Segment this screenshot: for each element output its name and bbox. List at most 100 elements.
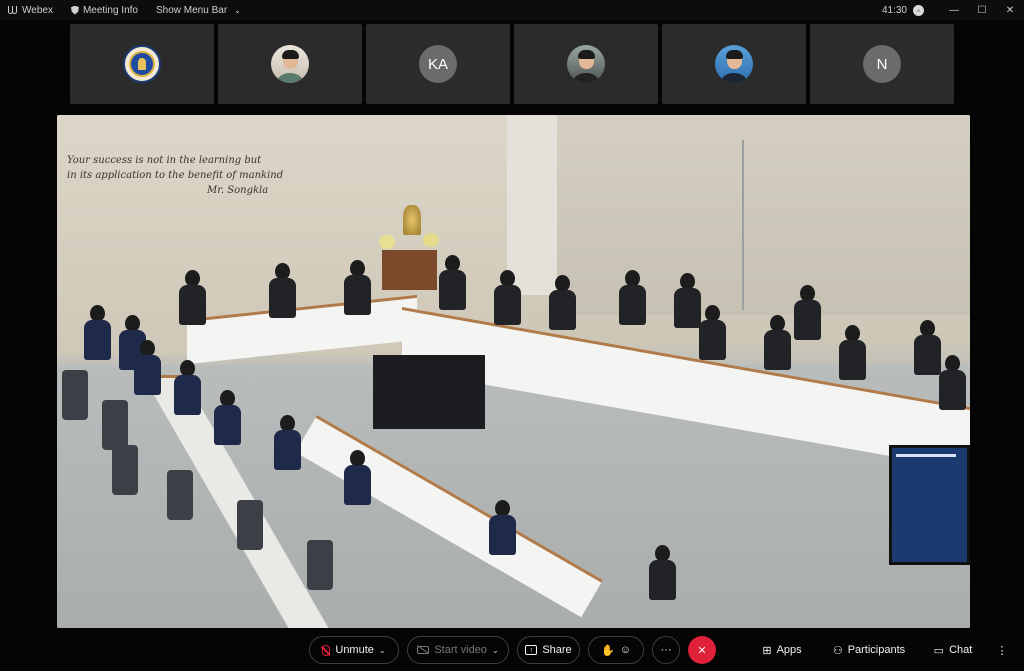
attendee xyxy=(647,545,677,600)
chat-label: Chat xyxy=(949,644,973,656)
shield-icon xyxy=(70,5,79,15)
participant-avatar-photo xyxy=(715,45,753,83)
attendee xyxy=(492,270,522,325)
camera-off-icon xyxy=(417,646,430,654)
control-bar: Unmute ⌄ Start video ⌄ ↑ Share ✋ ☺ ··· ✕… xyxy=(0,633,1024,671)
meeting-info-label: Meeting Info xyxy=(82,4,138,16)
seal-emblem-icon xyxy=(129,51,155,77)
meeting-timer: 41:30 xyxy=(881,4,907,16)
golden-statue-icon xyxy=(403,205,421,235)
show-menu-bar-button[interactable]: Show Menu Bar ⌄ xyxy=(156,5,241,16)
share-screen-icon: ↑ xyxy=(525,645,538,655)
flower-icon xyxy=(423,233,439,247)
attendee xyxy=(937,355,967,410)
video-wall-column xyxy=(507,115,557,295)
raise-hand-icon[interactable]: ✋ xyxy=(601,644,615,657)
chat-bubble-icon: ▭ xyxy=(933,644,945,657)
reactions-button-group[interactable]: ✋ ☺ xyxy=(588,636,644,664)
attendee xyxy=(697,305,727,360)
person-icon: ⚇ xyxy=(832,644,843,657)
start-video-button[interactable]: Start video ⌄ xyxy=(407,636,509,664)
avatar-hair xyxy=(725,50,743,59)
participant-tile[interactable] xyxy=(70,24,214,104)
attendee xyxy=(617,270,647,325)
attendee xyxy=(342,450,372,505)
wall-quote-signature: Mr. Songkla xyxy=(207,185,269,196)
participant-tile[interactable] xyxy=(662,24,806,104)
unmute-button[interactable]: Unmute ⌄ xyxy=(309,636,399,664)
participant-avatar-seal-icon xyxy=(123,45,161,83)
attendee xyxy=(212,390,242,445)
minimize-button[interactable]: — xyxy=(940,0,968,20)
chair xyxy=(112,445,138,495)
participants-label: Participants xyxy=(847,644,906,656)
window-frame xyxy=(742,140,744,310)
apps-grid-icon: ⊞ xyxy=(762,644,772,657)
meeting-info-button[interactable]: Meeting Info xyxy=(70,4,138,16)
attendee xyxy=(172,360,202,415)
leave-meeting-button[interactable]: ✕ xyxy=(688,636,716,664)
attendee xyxy=(762,315,792,370)
participant-tile[interactable] xyxy=(514,24,658,104)
chair xyxy=(102,400,128,450)
participants-button[interactable]: ⚇ Participants xyxy=(824,636,914,664)
start-video-label: Start video xyxy=(434,644,487,656)
attendee xyxy=(272,415,302,470)
chevron-down-icon: ⌄ xyxy=(491,645,499,655)
attendee xyxy=(547,275,577,330)
more-options-button[interactable]: ··· xyxy=(652,636,680,664)
avatar-hair xyxy=(577,50,595,59)
chevron-down-icon: ⌄ xyxy=(234,5,241,15)
webex-logo-icon xyxy=(8,6,18,14)
title-bar: Webex Meeting Info Show Menu Bar ⌄ 41:30… xyxy=(0,0,1024,20)
chair xyxy=(167,470,193,520)
participant-tile[interactable]: N xyxy=(810,24,954,104)
emoji-reaction-icon[interactable]: ☺ xyxy=(620,644,631,656)
microphone-muted-icon xyxy=(322,644,331,656)
participant-tile[interactable]: KA xyxy=(366,24,510,104)
app-name: Webex xyxy=(8,5,53,16)
wooden-cabinet xyxy=(382,250,437,290)
participant-strip: KA N xyxy=(70,24,954,104)
display-screen xyxy=(889,445,970,565)
attendee xyxy=(267,263,297,318)
maximize-button[interactable]: ☐ xyxy=(968,0,996,20)
show-menu-bar-label: Show Menu Bar xyxy=(156,4,228,16)
app-name-label: Webex xyxy=(22,4,53,16)
chevron-down-icon: ⌄ xyxy=(378,645,386,655)
attendee xyxy=(342,260,372,315)
shrine-statue xyxy=(377,205,439,295)
participant-avatar-initials: KA xyxy=(419,45,457,83)
wall-quote: Your success is not in the learning but … xyxy=(67,153,297,198)
recording-status-icon[interactable]: ◦ xyxy=(913,4,924,16)
wall-quote-line: in its application to the benefit of man… xyxy=(67,170,284,181)
close-window-button[interactable]: ✕ xyxy=(996,0,1024,20)
attendee xyxy=(792,285,822,340)
share-label: Share xyxy=(542,644,572,656)
overflow-menu-button[interactable]: ⋮ xyxy=(992,636,1012,664)
attendee xyxy=(837,325,867,380)
flower-icon xyxy=(379,235,395,249)
participant-avatar-photo xyxy=(271,45,309,83)
share-button[interactable]: ↑ Share xyxy=(517,636,580,664)
avatar-shoulders xyxy=(571,73,601,83)
participant-avatar-initials: N xyxy=(863,45,901,83)
apps-label: Apps xyxy=(776,644,802,656)
unmute-label: Unmute xyxy=(335,644,374,656)
presentation-monitor xyxy=(373,355,485,429)
chair xyxy=(237,500,263,550)
title-bar-right: 41:30 ◦ — ☐ ✕ xyxy=(882,0,1024,20)
wall-quote-line: Your success is not in the learning but xyxy=(67,155,262,166)
chat-button[interactable]: ▭ Chat xyxy=(926,636,980,664)
chair xyxy=(307,540,333,590)
attendee xyxy=(177,270,207,325)
participant-avatar-photo xyxy=(567,45,605,83)
avatar-shoulders xyxy=(719,73,749,83)
avatar-hair xyxy=(281,50,299,59)
attendee xyxy=(82,305,112,360)
apps-button[interactable]: ⊞ Apps xyxy=(752,636,812,664)
attendee xyxy=(132,340,162,395)
participant-tile[interactable] xyxy=(218,24,362,104)
active-speaker-video[interactable]: Your success is not in the learning but … xyxy=(57,115,970,628)
avatar-shoulders xyxy=(275,73,305,83)
